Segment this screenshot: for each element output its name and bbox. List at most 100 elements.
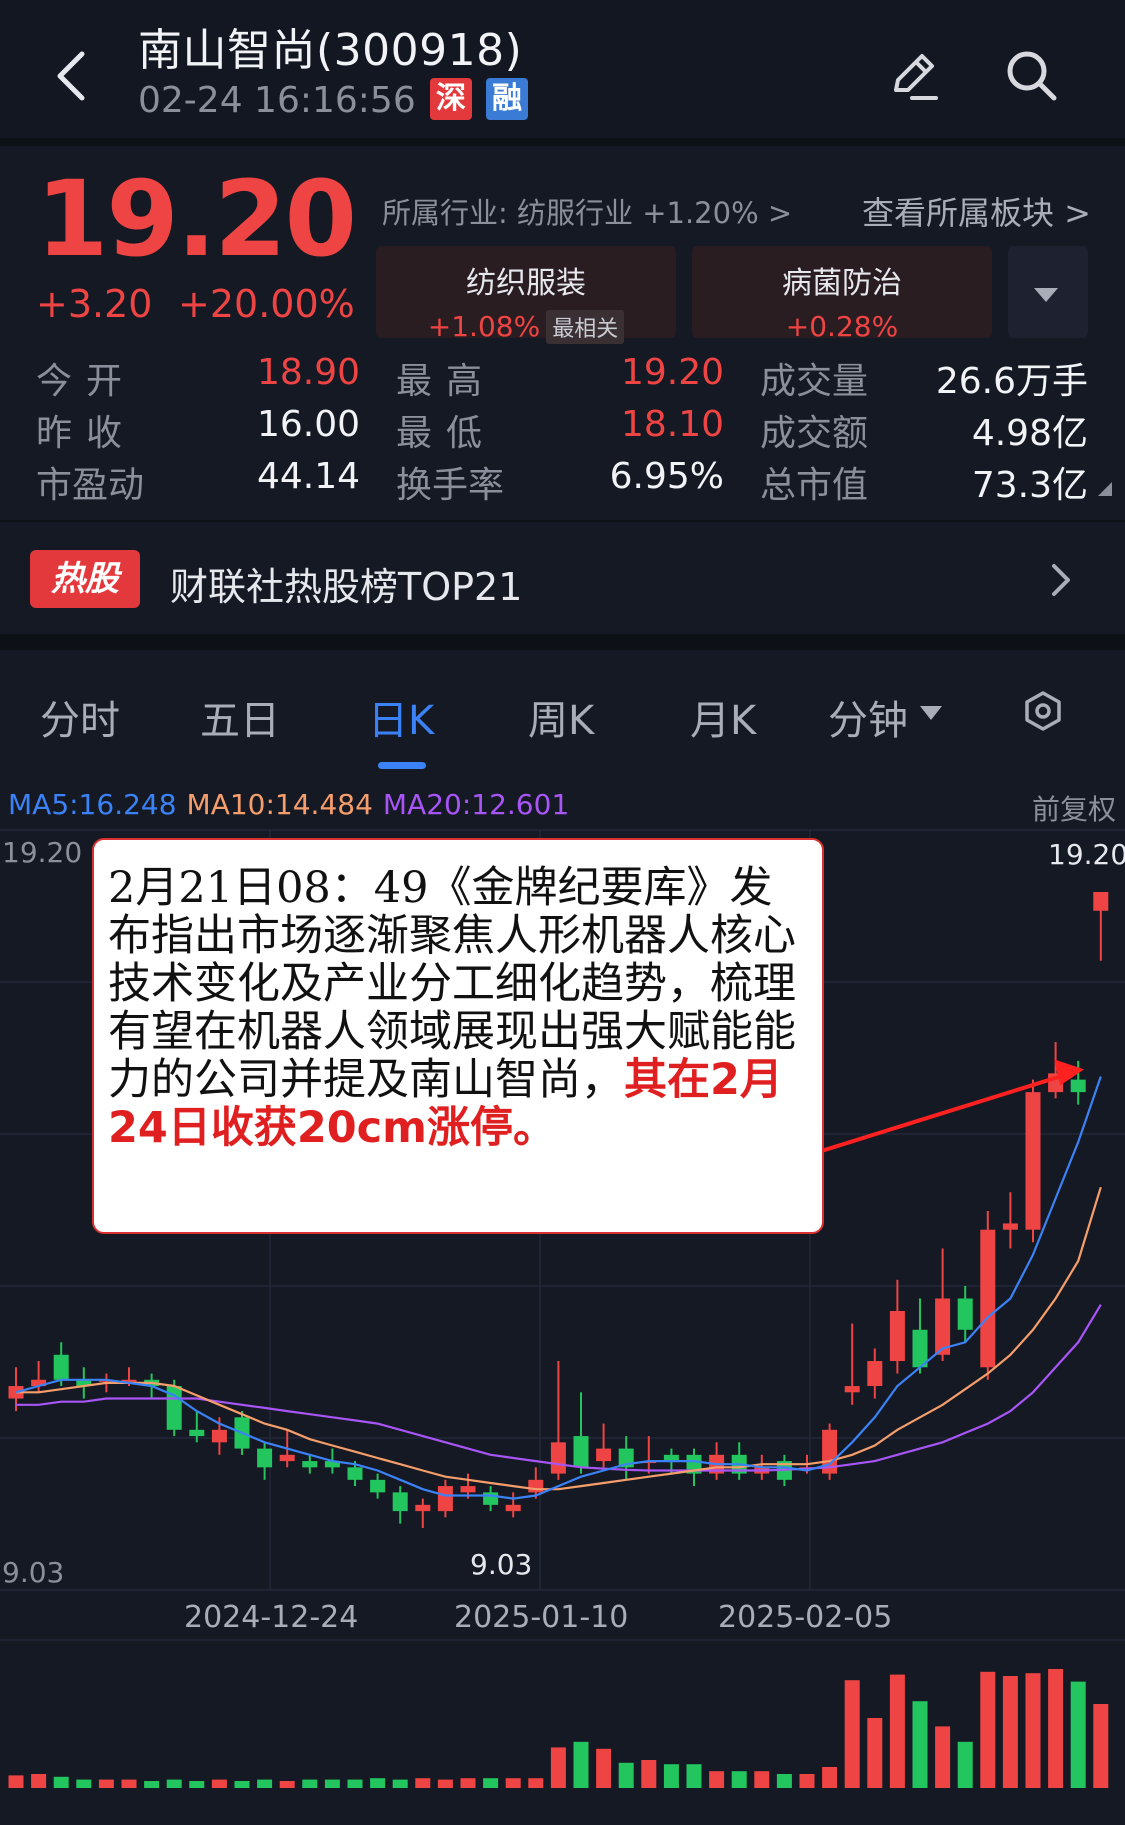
candle-body bbox=[437, 1486, 453, 1512]
volume-bar bbox=[144, 1781, 160, 1788]
price-change-pct: +20.00% bbox=[178, 282, 355, 326]
chevron-right-icon[interactable] bbox=[1048, 560, 1074, 600]
volume-bar bbox=[392, 1779, 408, 1788]
stat-label: 成交量 bbox=[760, 361, 869, 402]
volume-bar bbox=[573, 1741, 589, 1788]
candle-body bbox=[189, 1429, 205, 1437]
volume-bar bbox=[822, 1767, 838, 1788]
candle-body bbox=[528, 1479, 544, 1493]
ma10-label: MA10:14.484 bbox=[186, 788, 373, 821]
stat-label: 最低 bbox=[396, 413, 497, 454]
divider bbox=[0, 138, 1125, 146]
sector-change: +1.08% bbox=[427, 310, 541, 343]
ma20-label: MA20:12.601 bbox=[382, 788, 570, 821]
low-price-label: 9.03 bbox=[470, 1548, 533, 1581]
caret-down-icon[interactable] bbox=[920, 706, 942, 720]
stat-open: 18.90 bbox=[256, 352, 360, 393]
volume-bar bbox=[31, 1774, 47, 1788]
volume-bar bbox=[1025, 1673, 1041, 1788]
sector-card[interactable]: 病菌防治 +0.28% bbox=[692, 246, 992, 343]
x-axis-date: 2024-12-24 bbox=[184, 1600, 359, 1635]
volume-bar bbox=[257, 1779, 273, 1788]
candle-body bbox=[460, 1486, 476, 1493]
volume-bar bbox=[460, 1778, 476, 1788]
industry-link[interactable]: 所属行业: 纺服行业 +1.20% > bbox=[382, 190, 792, 232]
tab-weekly-k[interactable]: 周K bbox=[528, 688, 594, 746]
candle-body bbox=[483, 1492, 499, 1505]
volume-bar bbox=[415, 1778, 431, 1788]
volume-bar bbox=[776, 1774, 792, 1788]
volume-bar bbox=[686, 1764, 702, 1788]
annotation-text: 2月21日08：49《金牌纪要库》发布指出市场逐渐聚焦人形机器人核心技术变化及产… bbox=[108, 864, 808, 1152]
stat-turnover-amount: 4.98亿 bbox=[971, 413, 1088, 454]
volume-bar bbox=[53, 1776, 69, 1788]
y-axis-max-label: 19.20 bbox=[2, 836, 83, 869]
volume-bar bbox=[618, 1762, 634, 1788]
candle-body bbox=[573, 1436, 589, 1468]
stat-turnover-rate: 6.95% bbox=[609, 456, 724, 497]
volume-bar bbox=[121, 1779, 137, 1788]
volume-bar bbox=[889, 1674, 905, 1788]
tab-daily-k[interactable]: 日K bbox=[368, 688, 434, 746]
stat-high: 19.20 bbox=[620, 352, 724, 393]
view-sector-link[interactable]: 查看所属板块 > bbox=[862, 188, 1091, 234]
candle-body bbox=[257, 1448, 273, 1468]
candle-body bbox=[867, 1361, 883, 1387]
hot-badge: 热股 bbox=[30, 550, 140, 608]
tab-minute[interactable]: 分钟 bbox=[828, 688, 908, 746]
x-axis-date: 2025-01-10 bbox=[454, 1600, 629, 1635]
annotation-box: 2月21日08：49《金牌纪要库》发布指出市场逐渐聚焦人形机器人核心技术变化及产… bbox=[92, 838, 824, 1234]
stat-label: 成交额 bbox=[760, 413, 869, 454]
stat-prev-close: 16.00 bbox=[256, 404, 360, 445]
stat-market-cap: 73.3亿 bbox=[971, 465, 1088, 506]
stat-label: 总市值 bbox=[760, 465, 869, 506]
volume-bar bbox=[189, 1781, 205, 1788]
hot-stock-banner[interactable] bbox=[0, 522, 1125, 634]
candle-body bbox=[302, 1461, 318, 1468]
search-icon[interactable] bbox=[1002, 46, 1060, 104]
settings-icon[interactable] bbox=[1022, 690, 1064, 732]
candle-body bbox=[1093, 892, 1109, 911]
edit-icon[interactable] bbox=[884, 46, 942, 104]
candle-body bbox=[957, 1298, 973, 1330]
active-tab-indicator bbox=[378, 762, 426, 769]
volume-bar bbox=[935, 1726, 951, 1788]
expand-corner-icon[interactable] bbox=[1098, 482, 1112, 496]
volume-bar bbox=[1070, 1681, 1086, 1788]
volume-bar bbox=[1002, 1676, 1018, 1788]
volume-bar bbox=[1093, 1704, 1109, 1788]
volume-bar bbox=[596, 1748, 612, 1788]
volume-bar bbox=[641, 1760, 657, 1788]
sector-name: 纺织服装 bbox=[466, 266, 586, 301]
volume-bar bbox=[663, 1764, 679, 1788]
x-axis-date: 2025-02-05 bbox=[718, 1600, 893, 1635]
margin-tag: 融 bbox=[486, 78, 528, 120]
candle-body bbox=[1070, 1079, 1086, 1093]
divider bbox=[0, 634, 1125, 650]
candle-body bbox=[980, 1229, 996, 1368]
candle-body bbox=[550, 1442, 566, 1474]
candle-body bbox=[1002, 1223, 1018, 1230]
candle-body bbox=[392, 1492, 408, 1512]
chevron-left-icon[interactable] bbox=[52, 48, 92, 104]
volume-bar bbox=[324, 1779, 340, 1788]
tab-intraday[interactable]: 分时 bbox=[40, 688, 120, 746]
volume-bar bbox=[754, 1771, 770, 1788]
hot-rank-text[interactable]: 财联社热股榜TOP21 bbox=[170, 556, 522, 611]
volume-bar bbox=[302, 1779, 318, 1788]
candle-body bbox=[53, 1354, 69, 1380]
tab-monthly-k[interactable]: 月K bbox=[690, 688, 756, 746]
candle-body bbox=[844, 1386, 860, 1393]
tab-five-day[interactable]: 五日 bbox=[200, 688, 280, 746]
stat-label: 最高 bbox=[396, 361, 497, 402]
volume-bar bbox=[550, 1747, 566, 1788]
volume-bar bbox=[731, 1771, 747, 1788]
volume-bar bbox=[370, 1778, 386, 1788]
stat-volume: 26.6万手 bbox=[935, 361, 1088, 402]
volume-bar bbox=[437, 1779, 453, 1788]
volume-bar bbox=[347, 1779, 363, 1788]
most-related-badge: 最相关 bbox=[546, 310, 625, 344]
sector-card[interactable]: 纺织服装 +1.08% 最相关 bbox=[376, 246, 676, 344]
candle-body bbox=[889, 1310, 905, 1362]
timestamp: 02-24 16:16:56 bbox=[138, 80, 416, 121]
